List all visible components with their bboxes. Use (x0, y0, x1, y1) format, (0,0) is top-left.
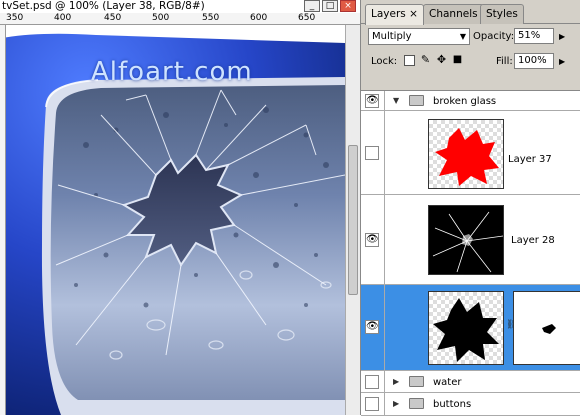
ruler-tick: 350 (6, 13, 24, 23)
image-canvas[interactable]: Alfoart.com (6, 25, 345, 415)
layer-thumb-shape (429, 206, 503, 274)
ruler-tick: 450 (104, 13, 122, 23)
layer-group-buttons[interactable]: ▶ buttons (361, 393, 580, 416)
window-controls: _ □ × (304, 0, 356, 12)
layer-name: water (433, 377, 462, 388)
layer-name: buttons (433, 399, 472, 410)
maximize-button[interactable]: □ (322, 0, 338, 12)
lock-move-icon[interactable]: ✥ (436, 54, 447, 66)
tab-channels[interactable]: Channels (423, 4, 484, 24)
layer-group-broken-glass[interactable]: 👁 ▼ broken glass (361, 91, 580, 111)
eye-icon[interactable]: 👁 (365, 233, 379, 247)
watermark-logo: Alfoart.com (91, 57, 253, 87)
layer-thumbnail (428, 291, 504, 365)
eye-icon[interactable]: 👁 (365, 94, 379, 108)
minimize-button[interactable]: _ (304, 0, 320, 12)
layer-38-selected[interactable]: 👁 ⛓ (361, 285, 580, 371)
folder-icon (409, 398, 424, 409)
blend-mode-value: Multiply (372, 31, 412, 42)
layers-list: 👁 ▼ broken glass Layer 37 👁 Layer 28 👁 ⛓… (361, 90, 580, 416)
lock-row: Lock: ✎ ✥ ■ Fill: 100% ▶ (361, 50, 580, 72)
folder-icon (409, 95, 424, 106)
visibility-toggle[interactable] (365, 146, 379, 160)
chevron-down-icon: ▼ (459, 32, 466, 41)
lock-all-icon[interactable]: ■ (452, 55, 463, 66)
folder-icon (409, 376, 424, 387)
document-window: tvSet.psd @ 100% (Layer 38, RGB/8#) _ □ … (0, 0, 360, 415)
layer-thumb-shape (433, 298, 499, 362)
chevron-right-icon[interactable]: ▶ (393, 377, 399, 386)
eye-icon[interactable]: 👁 (365, 320, 379, 334)
mask-shape (542, 324, 556, 334)
layer-name: broken glass (433, 96, 497, 107)
tab-layers[interactable]: Layers × (365, 4, 424, 25)
horizontal-ruler: 350 400 450 500 550 600 650 (0, 13, 360, 25)
scrollbar-thumb[interactable] (348, 145, 358, 295)
close-button[interactable]: × (340, 0, 356, 12)
lock-label: Lock: (371, 56, 398, 67)
lock-brush-icon[interactable]: ✎ (420, 54, 431, 66)
blend-row: Multiply ▼ Opacity: 51% ▶ (361, 25, 580, 49)
ruler-tick: 400 (54, 13, 72, 23)
chevron-right-icon[interactable]: ▶ (559, 57, 565, 66)
layer-thumb-shape (435, 128, 499, 186)
ruler-tick: 650 (298, 13, 316, 23)
ruler-tick: 500 (152, 13, 170, 23)
panel-tabs: Layers × Channels Styles (361, 4, 580, 25)
tab-styles[interactable]: Styles (480, 4, 524, 24)
opacity-field[interactable]: 51% (514, 28, 554, 44)
layer-thumbnail (428, 205, 504, 275)
blend-mode-select[interactable]: Multiply ▼ (368, 28, 470, 45)
ruler-tick: 600 (250, 13, 268, 23)
layer-37[interactable]: Layer 37 (361, 111, 580, 195)
vertical-scrollbar[interactable] (345, 25, 360, 415)
visibility-toggle[interactable] (365, 375, 379, 389)
ruler-tick: 550 (202, 13, 220, 23)
lock-transparent-icon[interactable] (404, 55, 415, 66)
fill-label: Fill: (496, 56, 513, 67)
layer-thumbnail (428, 119, 504, 189)
visibility-toggle[interactable] (365, 397, 379, 411)
chevron-right-icon[interactable]: ▶ (393, 399, 399, 408)
opacity-label: Opacity: (473, 31, 515, 42)
layer-name: Layer 37 (508, 154, 552, 165)
layer-28[interactable]: 👁 Layer 28 (361, 195, 580, 285)
layer-group-water[interactable]: ▶ water (361, 371, 580, 393)
layer-mask-thumbnail[interactable] (513, 291, 580, 365)
layers-panel: Layers × Channels Styles Multiply ▼ Opac… (360, 0, 580, 416)
chevron-right-icon[interactable]: ▶ (559, 32, 565, 41)
fill-field[interactable]: 100% (514, 53, 554, 69)
chevron-down-icon[interactable]: ▼ (393, 96, 399, 105)
layer-name: Layer 28 (511, 235, 555, 246)
